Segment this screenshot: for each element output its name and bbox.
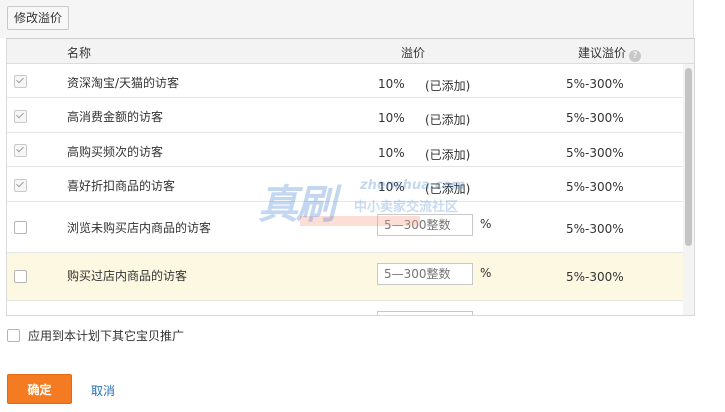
- scrollbar-thumb[interactable]: [685, 68, 692, 246]
- premium-input[interactable]: [377, 214, 473, 236]
- row-checkbox[interactable]: [14, 110, 27, 123]
- table-row: 资深淘宝/天猫的访客 10% (已添加) 5%-300%: [7, 64, 683, 98]
- apply-checkbox[interactable]: [7, 329, 20, 342]
- row-checkbox[interactable]: [14, 221, 27, 234]
- premium-input[interactable]: [377, 311, 473, 315]
- edit-premium-button[interactable]: 修改溢价: [7, 6, 70, 30]
- premium-input[interactable]: [377, 263, 473, 285]
- header-suggested: 建议溢价?: [578, 44, 642, 62]
- row-status: (已添加): [425, 113, 471, 127]
- row-suggested: 5%-300%: [566, 146, 624, 160]
- table-header: 名称 溢价 建议溢价?: [7, 39, 694, 64]
- row-name: 喜好折扣商品的访客: [67, 179, 176, 193]
- row-checkbox[interactable]: [14, 179, 27, 192]
- row-premium: 10%: [378, 180, 405, 194]
- row-checkbox[interactable]: [14, 75, 27, 88]
- crowd-premium-table: 名称 溢价 建议溢价? 资深淘宝/天猫的访客 10% (已添加) 5%-300%…: [6, 38, 695, 316]
- row-premium: 10%: [378, 111, 405, 125]
- header-premium: 溢价: [401, 46, 426, 60]
- row-premium: 10%: [378, 77, 405, 91]
- row-suggested: 5%-300%: [566, 111, 624, 125]
- row-checkbox[interactable]: [14, 144, 27, 157]
- row-name: 资深淘宝/天猫的访客: [67, 76, 180, 90]
- row-suggested: 5%-300%: [566, 180, 624, 194]
- table-row: 高购买频次的访客 10% (已添加) 5%-300%: [7, 133, 683, 167]
- row-name: 高购买频次的访客: [67, 145, 164, 159]
- row-name: 浏览未购买店内商品的访客: [67, 221, 212, 235]
- cancel-link[interactable]: 取消: [91, 382, 115, 399]
- header-name: 名称: [67, 46, 92, 60]
- percent-unit: %: [480, 217, 492, 231]
- row-status: (已添加): [425, 79, 471, 93]
- table-body: 资深淘宝/天猫的访客 10% (已添加) 5%-300% 高消费金额的访客 10…: [7, 64, 683, 315]
- confirm-button[interactable]: 确定: [7, 374, 72, 404]
- table-row: 高消费金额的访客 10% (已添加) 5%-300%: [7, 98, 683, 133]
- help-icon[interactable]: ?: [629, 50, 642, 62]
- row-status: (已添加): [425, 182, 471, 196]
- row-suggested: 5%-300%: [566, 77, 624, 91]
- scrollbar[interactable]: [683, 64, 694, 315]
- row-suggested: 5%-300%: [566, 270, 624, 284]
- apply-label: 应用到本计划下其它宝贝推广: [28, 329, 185, 343]
- row-name: 购买过店内商品的访客: [67, 269, 188, 283]
- toolbar: 修改溢价: [0, 0, 694, 38]
- table-row: 购买过店内商品的访客 % 5%-300%: [7, 253, 683, 301]
- row-checkbox[interactable]: [14, 270, 27, 283]
- table-row: 喜好折扣商品的访客 10% (已添加) 5%-300%: [7, 167, 683, 202]
- row-status: (已添加): [425, 148, 471, 162]
- row-premium: 10%: [378, 146, 405, 160]
- percent-unit: %: [480, 266, 492, 280]
- table-row: 浏览未购买店内商品的访客 % 5%-300%: [7, 202, 683, 253]
- row-name: 高消费金额的访客: [67, 110, 164, 124]
- row-suggested: 5%-300%: [566, 222, 624, 236]
- table-row: [7, 301, 683, 315]
